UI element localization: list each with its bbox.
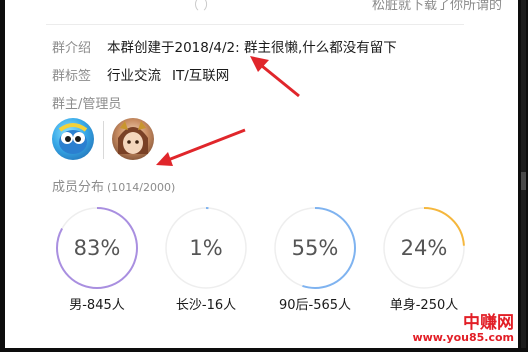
annotation-arrow-admin (156, 128, 246, 166)
annotation-arrows (156, 56, 300, 166)
watermark-url: www.you85.com (412, 331, 514, 344)
watermark-logo: 中赚网 www.you85.com (412, 314, 514, 344)
watermark-cn: 中赚网 (463, 313, 514, 333)
annotation-arrow-intro (250, 56, 300, 98)
